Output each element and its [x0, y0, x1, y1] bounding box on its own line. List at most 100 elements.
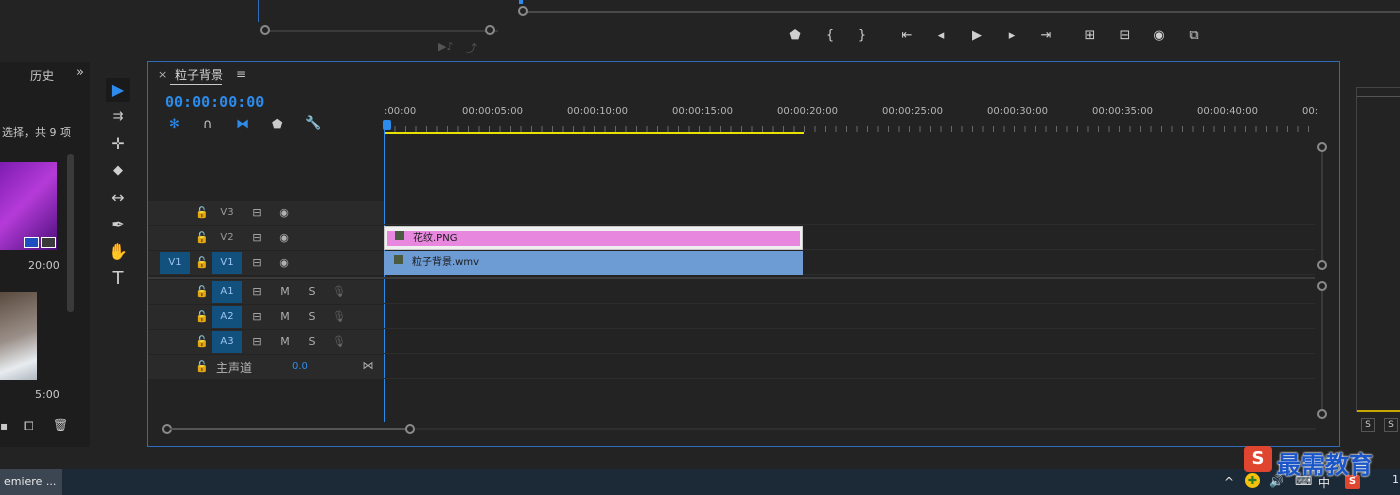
zoom-range[interactable]: [170, 428, 408, 430]
sync-lock-icon[interactable]: ⊟: [250, 310, 264, 323]
ripple-edit-tool-icon[interactable]: ✛: [106, 132, 130, 156]
track-target-a2[interactable]: A2: [212, 306, 242, 328]
mute-button[interactable]: M: [278, 285, 292, 298]
lock-icon[interactable]: 🔓: [195, 231, 209, 244]
microphone-icon[interactable]: 🎙: [332, 285, 346, 298]
type-tool-icon[interactable]: T: [106, 267, 130, 291]
eye-icon[interactable]: ◉: [277, 206, 291, 219]
mute-button[interactable]: M: [278, 310, 292, 323]
scroll-knob[interactable]: [1317, 142, 1327, 152]
play-button[interactable]: ▶: [967, 26, 987, 46]
lift-button[interactable]: ⊞: [1080, 26, 1100, 46]
add-marker-button[interactable]: ⬟: [785, 26, 805, 46]
clip-flower-png[interactable]: 花纹.PNG: [384, 226, 803, 250]
close-sequence-icon[interactable]: ×: [158, 68, 167, 81]
nest-sequence-icon[interactable]: ✻: [169, 117, 180, 132]
taskbar-premiere-item[interactable]: emiere ...: [0, 469, 62, 495]
sync-lock-icon[interactable]: ⊟: [250, 256, 264, 269]
export-frame-button[interactable]: ◉: [1149, 26, 1169, 46]
source-scroll-knob-left[interactable]: [260, 25, 270, 35]
track-target-v2[interactable]: V2: [212, 227, 242, 249]
solo-button[interactable]: S: [305, 285, 319, 298]
extract-button[interactable]: ⊟: [1115, 26, 1135, 46]
hand-tool-icon[interactable]: ✋: [106, 240, 130, 264]
eye-icon[interactable]: ◉: [277, 231, 291, 244]
time-ruler[interactable]: :00:00 00:00:05:00 00:00:10:00 00:00:15:…: [384, 102, 1318, 136]
new-item-icon[interactable]: ▪: [0, 419, 8, 433]
razor-tool-icon[interactable]: ◆: [106, 159, 130, 183]
source-scroll-knob-right[interactable]: [485, 25, 495, 35]
tray-expand-icon[interactable]: ^: [1224, 475, 1234, 489]
selection-tool-icon[interactable]: ▶: [106, 78, 130, 102]
source-scrollbar[interactable]: [262, 30, 498, 32]
pen-tool-icon[interactable]: ✒: [106, 213, 130, 237]
eye-icon[interactable]: ◉: [277, 256, 291, 269]
solo-right-button[interactable]: S: [1384, 418, 1398, 432]
scroll-knob[interactable]: [1317, 409, 1327, 419]
playhead-timecode[interactable]: 00:00:00:00: [165, 93, 264, 111]
track-target-a1[interactable]: A1: [212, 281, 242, 303]
solo-button[interactable]: S: [305, 335, 319, 348]
panel-menu-icon[interactable]: ≡: [236, 67, 246, 81]
slip-tool-icon[interactable]: ↔: [106, 186, 130, 210]
mark-out-button[interactable]: }: [852, 26, 872, 46]
track-target-a3[interactable]: A3: [212, 331, 242, 353]
project-scrollbar[interactable]: [67, 154, 74, 312]
thumbnail-particle-background[interactable]: [0, 162, 57, 250]
sync-lock-icon[interactable]: ⊟: [250, 285, 264, 298]
step-back-button[interactable]: ◂: [931, 26, 951, 46]
trash-icon[interactable]: 🗑: [53, 418, 68, 432]
clip-particle-background-wmv[interactable]: 粒子背景.wmv: [384, 251, 803, 275]
sync-lock-icon[interactable]: ⊟: [250, 335, 264, 348]
lock-icon[interactable]: 🔓: [195, 206, 209, 219]
track-select-tool-icon[interactable]: ⇉: [106, 105, 130, 129]
scroll-knob[interactable]: [1317, 281, 1327, 291]
program-timebar[interactable]: [523, 11, 1400, 13]
go-to-out-button[interactable]: ⇥: [1036, 26, 1056, 46]
track-target-v3[interactable]: V3: [212, 202, 242, 224]
source-patch-v1[interactable]: V1: [160, 252, 190, 274]
linked-selection-icon[interactable]: ⧓: [236, 117, 249, 132]
lock-icon[interactable]: 🔓: [195, 256, 209, 269]
step-forward-button[interactable]: ▸: [1002, 26, 1022, 46]
track-target-v1[interactable]: V1: [212, 252, 242, 274]
snap-icon[interactable]: ∩: [203, 117, 213, 132]
scroll-knob[interactable]: [1317, 260, 1327, 270]
timeline-settings-wrench-icon[interactable]: 🔧: [305, 116, 321, 131]
video-track-scrollbar[interactable]: [1317, 142, 1327, 270]
mark-in-button[interactable]: {: [820, 26, 840, 46]
lock-icon[interactable]: 🔓: [195, 335, 209, 348]
program-playhead[interactable]: [519, 0, 523, 4]
work-area-bar[interactable]: [384, 132, 804, 134]
solo-left-button[interactable]: S: [1361, 418, 1375, 432]
microphone-icon[interactable]: 🎙: [332, 310, 346, 323]
timeline-zoom-scrollbar[interactable]: [162, 424, 1316, 434]
compare-button[interactable]: ⧉: [1184, 26, 1204, 46]
video-audio-divider[interactable]: [148, 277, 1315, 279]
master-expand-icon[interactable]: ⋈: [361, 359, 375, 372]
sync-lock-icon[interactable]: ⊟: [250, 206, 264, 219]
master-volume-value[interactable]: 0.0: [292, 361, 308, 372]
source-insert-icon[interactable]: ▶♪: [438, 40, 453, 53]
panel-overflow-button[interactable]: »: [76, 65, 84, 80]
source-overwrite-icon[interactable]: ⤴: [466, 40, 477, 56]
mute-button[interactable]: M: [278, 335, 292, 348]
zoom-knob-right[interactable]: [405, 424, 415, 434]
new-bin-icon[interactable]: ⧠: [24, 419, 34, 434]
audio-track-scrollbar[interactable]: [1317, 281, 1327, 419]
solo-button[interactable]: S: [305, 310, 319, 323]
history-tab[interactable]: 历史: [30, 67, 54, 84]
add-marker-icon[interactable]: ⬟: [272, 117, 282, 131]
program-time-knob[interactable]: [518, 6, 528, 16]
source-monitor-panel: ▶♪ ⤴: [0, 0, 500, 58]
lock-icon[interactable]: 🔓: [195, 285, 209, 298]
track-header-v1: V1 🔓 V1 ⊟ ◉: [148, 251, 384, 275]
lock-icon[interactable]: 🔓: [195, 310, 209, 323]
microphone-icon[interactable]: 🎙: [332, 335, 346, 348]
lock-icon[interactable]: 🔓: [195, 360, 209, 373]
go-to-in-button[interactable]: ⇤: [897, 26, 917, 46]
playhead-handle[interactable]: [383, 120, 391, 130]
thumbnail-snow-scene[interactable]: [0, 292, 37, 380]
sequence-tab[interactable]: 粒子背景: [175, 66, 223, 83]
sync-lock-icon[interactable]: ⊟: [250, 231, 264, 244]
